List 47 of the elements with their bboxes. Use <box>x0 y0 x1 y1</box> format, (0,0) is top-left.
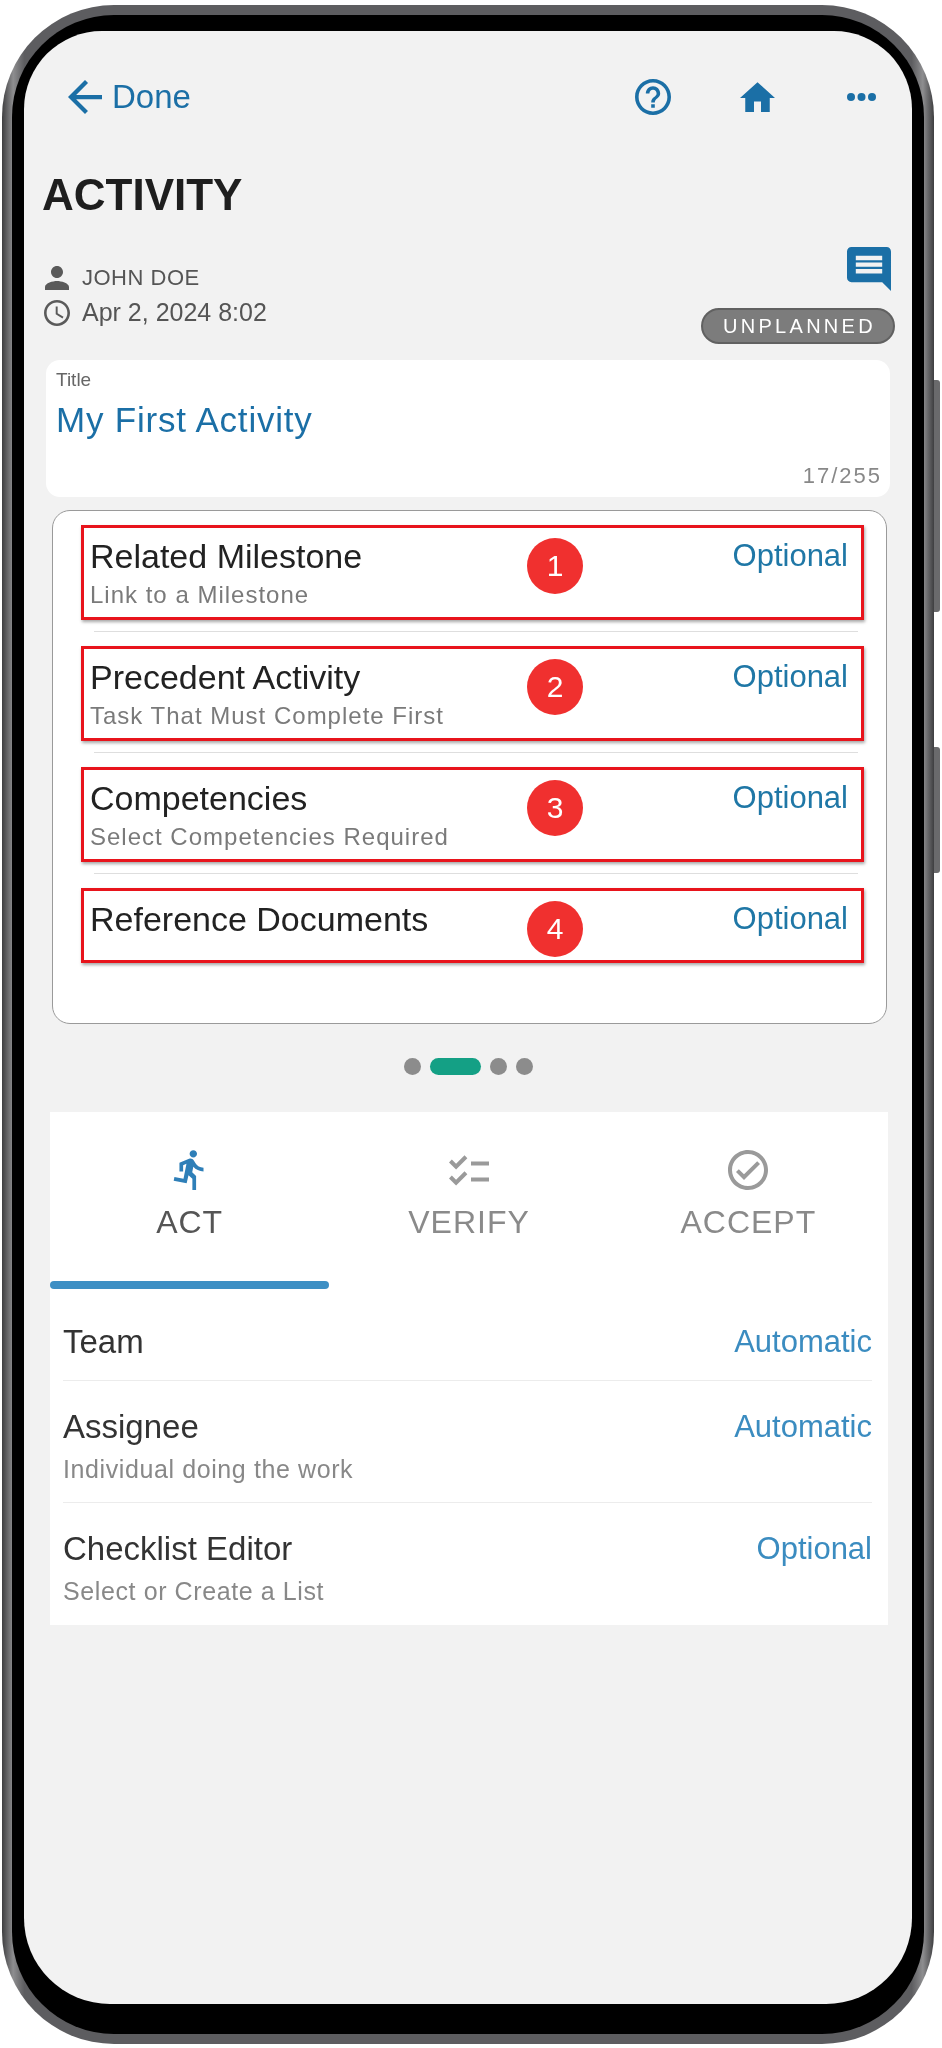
page-title: ACTIVITY <box>42 169 244 221</box>
requirement-label: Optional <box>732 900 848 938</box>
timestamp: Apr 2, 2024 8:02 <box>82 298 267 327</box>
row-title: Team <box>63 1322 144 1362</box>
character-counter: 17/255 <box>802 462 882 490</box>
row-title: Checklist Editor <box>63 1529 293 1569</box>
row-value: Automatic <box>734 1408 872 1446</box>
row-value: Optional <box>756 1530 872 1568</box>
home-icon[interactable] <box>740 82 775 112</box>
requirement-label: Optional <box>732 779 848 817</box>
tab[interactable]: ACT <box>50 1112 330 1289</box>
person-icon <box>45 265 69 290</box>
field-row[interactable]: Related Milestone Link to a Milestone 1 Optional <box>81 525 864 620</box>
help-icon[interactable] <box>635 79 671 115</box>
annotation-number: 2 <box>527 659 583 715</box>
more-options-icon[interactable] <box>847 93 876 101</box>
field-label: Title <box>56 369 93 391</box>
field-row[interactable]: Reference Documents 4 Optional <box>81 888 864 963</box>
field-title: Competencies <box>90 778 308 818</box>
row-subtitle: Individual doing the work <box>63 1454 354 1484</box>
field-row[interactable]: Competencies Select Competencies Required 3 Optional <box>81 767 864 862</box>
owner-name: JOHN DOE <box>82 264 200 291</box>
field-value: My First Activity <box>56 399 314 441</box>
field-title: Related Milestone <box>90 536 363 576</box>
back-arrow-icon <box>68 80 102 114</box>
field-title: Precedent Activity <box>90 657 361 697</box>
title-field[interactable]: Title My First Activity 17/255 <box>46 360 890 497</box>
field-row[interactable]: Precedent Activity Task That Must Complete First 2 Optional <box>81 646 864 741</box>
annotation-number: 1 <box>527 538 583 594</box>
annotation-number: 3 <box>527 780 583 836</box>
field-subtitle: Task That Must Complete First <box>90 701 444 731</box>
requirement-label: Optional <box>732 658 848 696</box>
requirement-label: Optional <box>732 537 848 575</box>
row-title: Assignee <box>63 1407 199 1447</box>
row-value: Automatic <box>734 1323 872 1361</box>
comment-icon[interactable] <box>847 246 891 292</box>
clock-icon <box>44 299 70 326</box>
settings-row[interactable]: Checklist Editor Select or Create a List Optional <box>63 1502 872 1624</box>
settings-row[interactable]: Assignee Individual doing the work Automatic <box>63 1380 872 1502</box>
field-subtitle: Link to a Milestone <box>90 580 310 610</box>
settings-row[interactable]: Team Automatic <box>63 1296 872 1380</box>
field-subtitle: Select Competencies Required <box>90 822 449 852</box>
field-title: Reference Documents <box>90 899 429 939</box>
status-badge: UNPLANNED <box>700 308 895 344</box>
row-subtitle: Select or Create a List <box>63 1576 325 1606</box>
annotation-number: 4 <box>527 901 583 957</box>
done-button[interactable]: Done <box>68 75 191 119</box>
